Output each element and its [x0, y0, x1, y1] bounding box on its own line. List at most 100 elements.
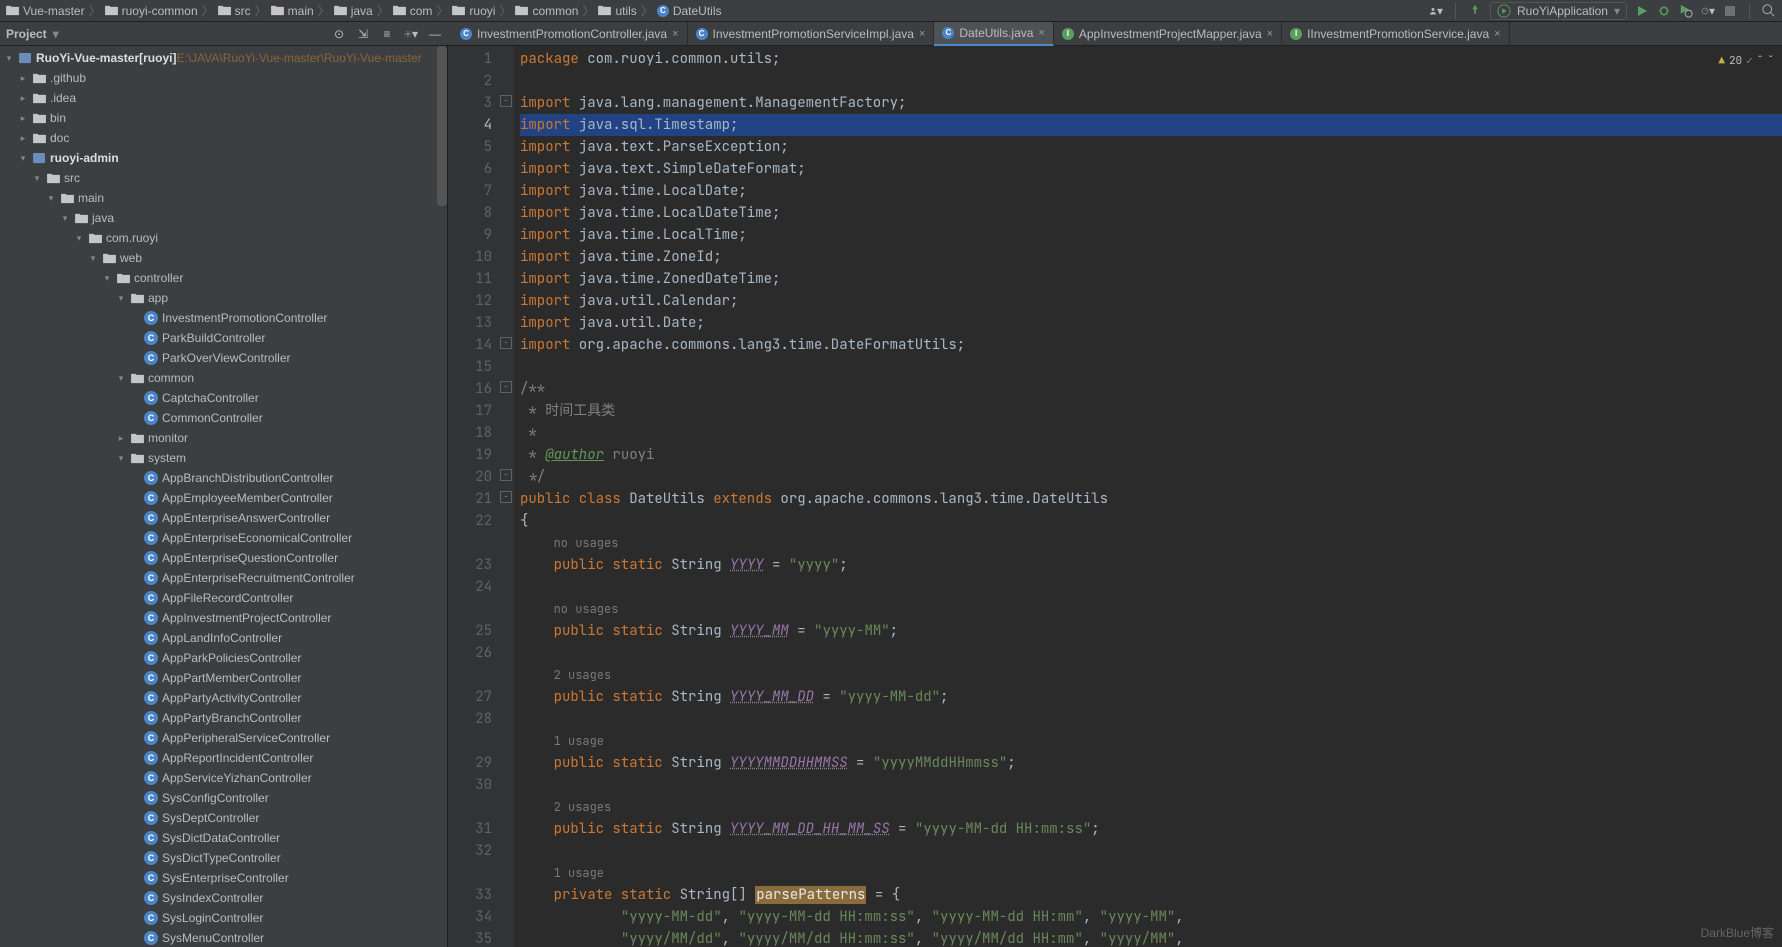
tree-row[interactable]: ▾controller [0, 268, 447, 288]
code-line[interactable]: "yyyy/MM/dd", "yyyy/MM/dd HH:mm:ss", "yy… [520, 928, 1782, 947]
code-line[interactable]: import java.time.ZonedDateTime; [520, 268, 1782, 290]
settings-icon[interactable]: ▾ [404, 27, 418, 41]
code-line[interactable] [520, 356, 1782, 378]
line-number[interactable]: 19 [448, 444, 492, 466]
code-line[interactable]: import java.text.SimpleDateFormat; [520, 158, 1782, 180]
fold-toggle[interactable]: − [500, 95, 512, 107]
code-line[interactable]: package com.ruoyi.common.utils; [520, 48, 1782, 70]
tree-row[interactable]: CAppEnterpriseQuestionController [0, 548, 447, 568]
line-number[interactable]: 1 [448, 48, 492, 70]
line-number[interactable]: 13 [448, 312, 492, 334]
debug-icon[interactable] [1657, 4, 1671, 18]
line-number[interactable] [448, 862, 492, 884]
code-content[interactable]: ▲20 ✓ ˆˇ package com.ruoyi.common.utils;… [514, 46, 1782, 947]
editor-tab[interactable]: CInvestmentPromotionServiceImpl.java× [688, 22, 935, 46]
expand-icon[interactable]: ▾ [88, 253, 98, 264]
code-line[interactable]: import java.time.LocalTime; [520, 224, 1782, 246]
code-line[interactable]: public static String YYYY = "yyyy"; [520, 554, 1782, 576]
breadcrumb-item[interactable]: src [218, 4, 251, 18]
line-number[interactable]: 11 [448, 268, 492, 290]
editor-tab[interactable]: IIInvestmentPromotionService.java× [1282, 22, 1510, 46]
code-line[interactable]: * [520, 422, 1782, 444]
build-icon[interactable] [1468, 4, 1482, 18]
code-line[interactable]: import java.time.LocalDateTime; [520, 202, 1782, 224]
code-line[interactable]: public class DateUtils extends org.apach… [520, 488, 1782, 510]
code-line[interactable]: public static String YYYYMMDDHHMMSS = "y… [520, 752, 1782, 774]
line-number[interactable] [448, 796, 492, 818]
breadcrumb-item[interactable]: Vue-master [6, 4, 85, 18]
tree-row[interactable]: ▸doc [0, 128, 447, 148]
fold-toggle[interactable]: − [500, 491, 512, 503]
select-opened-icon[interactable]: ⊙ [332, 27, 346, 41]
tree-row[interactable]: ▾app [0, 288, 447, 308]
line-number[interactable]: 35 [448, 928, 492, 947]
collapse-icon[interactable]: ≡ [380, 27, 394, 41]
collapse-icon[interactable]: ▸ [18, 133, 28, 144]
line-number[interactable]: 17 [448, 400, 492, 422]
collapse-icon[interactable]: ▸ [18, 73, 28, 84]
expand-icon[interactable]: ▾ [102, 273, 112, 284]
line-number[interactable]: 31 [448, 818, 492, 840]
code-line[interactable]: * 时间工具类 [520, 400, 1782, 422]
line-number[interactable]: 22 [448, 510, 492, 532]
tree-row[interactable]: CAppEnterpriseRecruitmentController [0, 568, 447, 588]
code-line[interactable]: no usages [520, 598, 1782, 620]
tree-row[interactable]: CAppReportIncidentController [0, 748, 447, 768]
code-line[interactable]: import java.util.Date; [520, 312, 1782, 334]
line-number[interactable]: 8 [448, 202, 492, 224]
tree-row[interactable]: CAppBranchDistributionController [0, 468, 447, 488]
breadcrumb-item[interactable]: common [515, 4, 578, 18]
close-icon[interactable]: × [1267, 28, 1273, 40]
line-number[interactable]: 2 [448, 70, 492, 92]
code-line[interactable]: public static String YYYY_MM = "yyyy-MM"… [520, 620, 1782, 642]
code-line[interactable]: 2 usages [520, 796, 1782, 818]
tree-row[interactable]: CAppPartyBranchController [0, 708, 447, 728]
tree-row[interactable]: ▸.github [0, 68, 447, 88]
line-number[interactable]: 27 [448, 686, 492, 708]
collapse-icon[interactable]: ▸ [18, 113, 28, 124]
tree-row[interactable]: ▸.idea [0, 88, 447, 108]
code-line[interactable] [520, 840, 1782, 862]
expand-icon[interactable]: ▾ [46, 193, 56, 204]
line-number[interactable]: 6 [448, 158, 492, 180]
tree-row[interactable]: ▾src [0, 168, 447, 188]
expand-icon[interactable]: ▾ [60, 213, 70, 224]
line-number[interactable]: 4 [448, 114, 492, 136]
tree-row[interactable]: ▾RuoYi-Vue-master [ruoyi] E:\JAVA\RuoYi-… [0, 48, 447, 68]
tree-row[interactable]: CAppEnterpriseEconomicalController [0, 528, 447, 548]
line-number[interactable]: 28 [448, 708, 492, 730]
expand-icon[interactable]: ▾ [18, 153, 28, 164]
fold-toggle[interactable]: − [500, 337, 512, 349]
search-icon[interactable] [1762, 4, 1776, 18]
line-number[interactable]: 15 [448, 356, 492, 378]
tree-scrollbar[interactable] [437, 46, 447, 206]
fold-toggle[interactable]: − [500, 381, 512, 393]
line-number[interactable]: 3 [448, 92, 492, 114]
code-line[interactable]: import java.time.ZoneId; [520, 246, 1782, 268]
code-line[interactable]: public static String YYYY_MM_DD_HH_MM_SS… [520, 818, 1782, 840]
line-number[interactable] [448, 598, 492, 620]
code-line[interactable]: import java.util.Calendar; [520, 290, 1782, 312]
tree-row[interactable]: CAppLandInfoController [0, 628, 447, 648]
tree-row[interactable]: CAppEmployeeMemberController [0, 488, 447, 508]
line-number[interactable]: 26 [448, 642, 492, 664]
tree-row[interactable]: CAppEnterpriseAnswerController [0, 508, 447, 528]
code-line[interactable] [520, 642, 1782, 664]
expand-icon[interactable]: ▾ [32, 173, 42, 184]
editor-tab[interactable]: CInvestmentPromotionController.java× [452, 22, 688, 46]
close-icon[interactable]: × [919, 28, 925, 40]
tree-row[interactable]: CAppServiceYizhanController [0, 768, 447, 788]
collapse-icon[interactable]: ▸ [116, 433, 126, 444]
line-number[interactable]: 25 [448, 620, 492, 642]
expand-icon[interactable]: ▾ [74, 233, 84, 244]
tree-row[interactable]: CAppFileRecordController [0, 588, 447, 608]
run-coverage-icon[interactable] [1679, 4, 1693, 18]
tree-row[interactable]: CSysEnterpriseController [0, 868, 447, 888]
tree-row[interactable]: CParkOverViewController [0, 348, 447, 368]
tree-row[interactable]: ▾main [0, 188, 447, 208]
tree-row[interactable]: CAppPeripheralServiceController [0, 728, 447, 748]
code-line[interactable]: 1 usage [520, 730, 1782, 752]
code-line[interactable]: import org.apache.commons.lang3.time.Dat… [520, 334, 1782, 356]
tree-row[interactable]: ▾com.ruoyi [0, 228, 447, 248]
line-number[interactable]: 18 [448, 422, 492, 444]
